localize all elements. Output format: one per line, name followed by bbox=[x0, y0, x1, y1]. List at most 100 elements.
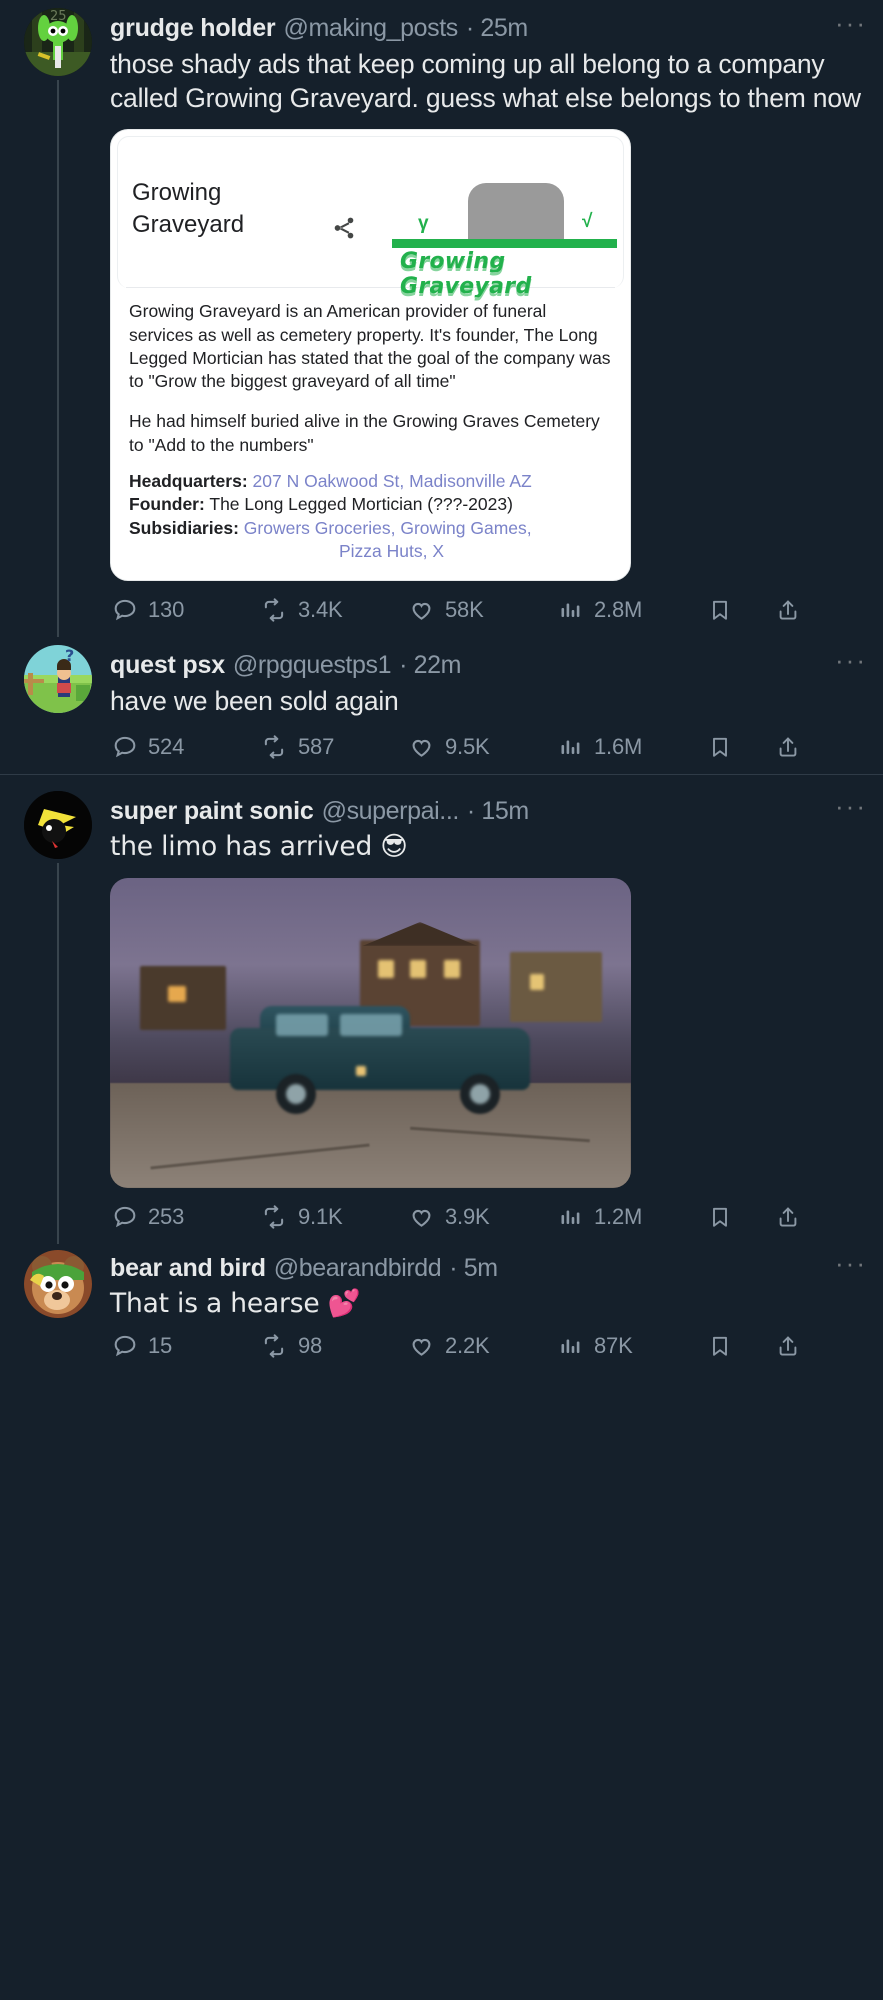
like-button[interactable]: 9.5K bbox=[408, 734, 558, 760]
bookmark-button[interactable] bbox=[708, 1204, 776, 1230]
like-count: 58K bbox=[445, 596, 484, 622]
avatar[interactable]: 25 bbox=[24, 8, 92, 76]
repost-button[interactable]: 98 bbox=[260, 1333, 408, 1359]
more-options-icon[interactable]: ··· bbox=[835, 647, 867, 673]
reply-count: 253 bbox=[148, 1204, 185, 1230]
sprout-icon-left: γ bbox=[418, 213, 429, 235]
repost-count: 587 bbox=[298, 733, 335, 759]
thread-connector-line bbox=[57, 862, 59, 1245]
wiki-title-line1: Growing bbox=[132, 179, 222, 207]
timestamp[interactable]: · 5m bbox=[449, 1254, 498, 1283]
post-actions: 15 98 2.2K 87K bbox=[110, 1321, 861, 1373]
wiki-card-header: Growing Graveyard γ √ Growing Graveyard bbox=[118, 137, 623, 299]
svg-text:?: ? bbox=[65, 646, 74, 665]
post-body: quest psx @rpgquestps1 · 22m ··· have we… bbox=[110, 637, 865, 774]
display-name[interactable]: super paint sonic bbox=[110, 797, 314, 826]
graveyard-logo-graphic: γ √ Growing Graveyard bbox=[392, 183, 617, 299]
user-handle[interactable]: @bearandbirdd bbox=[274, 1254, 442, 1283]
post-body: bear and bird @bearandbirdd · 5m ··· Tha… bbox=[110, 1244, 865, 1373]
wiki-title-line2: Graveyard bbox=[132, 211, 245, 239]
bookmark-button[interactable] bbox=[708, 1333, 776, 1359]
share-icon[interactable] bbox=[330, 215, 358, 246]
views-count: 87K bbox=[594, 1333, 633, 1359]
avatar[interactable] bbox=[24, 1250, 92, 1319]
grass-bar bbox=[392, 239, 617, 249]
like-button[interactable]: 2.2K bbox=[408, 1333, 558, 1359]
views-button[interactable]: 2.8M bbox=[558, 597, 708, 623]
timestamp[interactable]: · 22m bbox=[399, 651, 461, 680]
post-image-limo[interactable] bbox=[110, 878, 631, 1189]
svg-text:25: 25 bbox=[50, 9, 67, 24]
post-gutter bbox=[24, 775, 110, 1245]
avatar[interactable] bbox=[24, 790, 92, 859]
window-light bbox=[378, 960, 394, 979]
post-actions: 253 9.1K 3.9K 1.2M bbox=[110, 1188, 861, 1244]
reply-count: 15 bbox=[148, 1333, 173, 1359]
limo-wheel-front bbox=[276, 1074, 316, 1115]
timeline-feed: 25 grudge holder @making_posts · 25m ···… bbox=[0, 0, 883, 2000]
views-button[interactable]: 1.6M bbox=[558, 734, 708, 760]
share-button[interactable] bbox=[776, 597, 800, 623]
limo-wheel-rear bbox=[460, 1074, 500, 1115]
post-quest-psx[interactable]: ? quest psx @rpgquestps1 · 22m ··· have … bbox=[0, 637, 883, 774]
post-actions: 130 3.4K 58K 2.8M bbox=[110, 581, 861, 637]
timestamp[interactable]: · 15m bbox=[467, 797, 529, 826]
post-text: those shady ads that keep coming up all … bbox=[110, 49, 861, 114]
user-handle[interactable]: @rpgquestps1 bbox=[233, 651, 391, 680]
repost-count: 3.4K bbox=[298, 596, 343, 622]
repost-button[interactable]: 587 bbox=[260, 734, 408, 760]
wiki-title: Growing Graveyard bbox=[132, 177, 244, 240]
wiki-row-subsidiaries: Subsidiaries: Growers Groceries, Growing… bbox=[129, 517, 614, 564]
wiki-card-inner: Growing Graveyard γ √ Growing Graveyard bbox=[117, 136, 624, 299]
house-shape-right bbox=[510, 952, 602, 1023]
display-name[interactable]: bear and bird bbox=[110, 1254, 266, 1283]
limo-light bbox=[356, 1066, 366, 1077]
share-button[interactable] bbox=[776, 1204, 800, 1230]
wiki-paragraph-2: He had himself buried alive in the Growi… bbox=[129, 411, 600, 455]
post-bear-and-bird[interactable]: bear and bird @bearandbirdd · 5m ··· Tha… bbox=[0, 1244, 883, 1373]
wiki-value-subsidiaries[interactable]: Growers Groceries, Growing Games, bbox=[244, 518, 532, 538]
share-button[interactable] bbox=[776, 1333, 800, 1359]
post-gutter: 25 bbox=[24, 0, 110, 637]
like-count: 2.2K bbox=[445, 1333, 490, 1359]
limo-window bbox=[340, 1014, 402, 1037]
views-count: 1.6M bbox=[594, 733, 643, 759]
post-super-paint-sonic[interactable]: super paint sonic @superpai... · 15m ···… bbox=[0, 773, 883, 1245]
avatar[interactable]: ? bbox=[24, 644, 92, 713]
display-name[interactable]: quest psx bbox=[110, 651, 225, 680]
post-body: grudge holder @making_posts · 25m ··· th… bbox=[110, 0, 865, 637]
like-button[interactable]: 3.9K bbox=[408, 1204, 558, 1230]
reply-button[interactable]: 524 bbox=[112, 734, 260, 760]
post-gutter bbox=[24, 1244, 110, 1373]
wiki-value-headquarters[interactable]: 207 N Oakwood St, Madisonville AZ bbox=[253, 471, 532, 491]
thread-connector-line bbox=[57, 80, 59, 637]
user-handle[interactable]: @making_posts bbox=[283, 14, 457, 43]
wiki-value-subsidiaries-line2[interactable]: Pizza Huts, X bbox=[129, 540, 614, 563]
bookmark-button[interactable] bbox=[708, 597, 776, 623]
views-button[interactable]: 1.2M bbox=[558, 1204, 708, 1230]
post-text: the limo has arrived 😎 bbox=[110, 830, 408, 862]
views-count: 2.8M bbox=[594, 596, 643, 622]
like-count: 3.9K bbox=[445, 1204, 490, 1230]
repost-button[interactable]: 3.4K bbox=[260, 597, 408, 623]
timestamp[interactable]: · 25m bbox=[466, 14, 528, 43]
bookmark-button[interactable] bbox=[708, 734, 776, 760]
reply-button[interactable]: 253 bbox=[112, 1204, 260, 1230]
user-handle[interactable]: @superpai... bbox=[322, 797, 459, 826]
post-grudge-holder[interactable]: 25 grudge holder @making_posts · 25m ···… bbox=[0, 0, 883, 637]
wiki-value-founder: The Long Legged Mortician (???-2023) bbox=[209, 494, 513, 515]
post-body: super paint sonic @superpai... · 15m ···… bbox=[110, 775, 865, 1244]
reply-button[interactable]: 130 bbox=[112, 597, 260, 623]
display-name[interactable]: grudge holder bbox=[110, 14, 276, 43]
repost-button[interactable]: 9.1K bbox=[260, 1204, 408, 1230]
reply-button[interactable]: 15 bbox=[112, 1333, 260, 1359]
like-button[interactable]: 58K bbox=[408, 597, 558, 623]
share-button[interactable] bbox=[776, 734, 800, 760]
more-options-icon[interactable]: ··· bbox=[835, 1250, 867, 1276]
views-button[interactable]: 87K bbox=[558, 1333, 708, 1359]
link-preview-card[interactable]: Growing Graveyard γ √ Growing Graveyard … bbox=[110, 129, 631, 581]
more-options-icon[interactable]: ··· bbox=[835, 10, 867, 36]
post-header: grudge holder @making_posts · 25m ··· bbox=[110, 0, 865, 43]
wiki-row-headquarters: Headquarters: 207 N Oakwood St, Madisonv… bbox=[129, 470, 614, 493]
more-options-icon[interactable]: ··· bbox=[835, 793, 867, 819]
